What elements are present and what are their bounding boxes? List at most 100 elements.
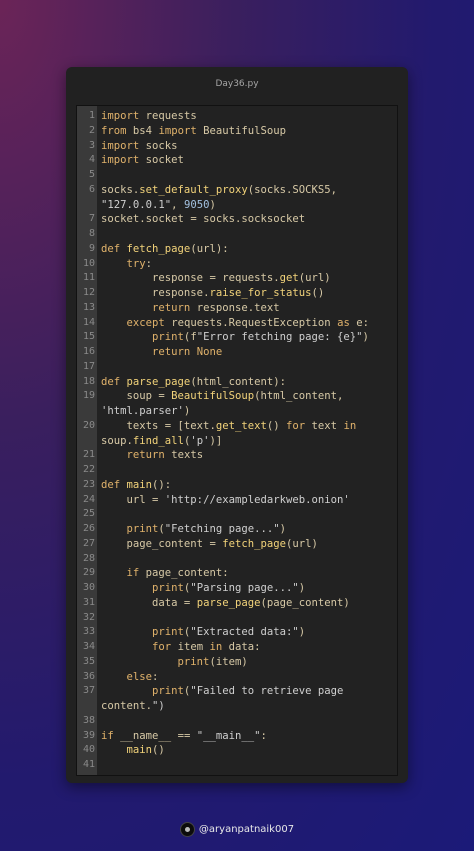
code-line: 30 print("Parsing page..."): [77, 581, 397, 596]
code-line: 29 if page_content:: [77, 566, 397, 581]
line-text: import socket: [101, 154, 184, 167]
line-text: soup = BeautifulSoup(html_content,: [126, 390, 344, 403]
code-line: 3 import socks: [77, 139, 397, 154]
line-number: 31: [82, 596, 95, 608]
line-number: 37: [82, 685, 95, 697]
code-line: 11 response = requests.get(url): [77, 271, 397, 286]
line-number: 10: [82, 257, 95, 269]
line-text: main(): [126, 744, 165, 757]
code-line: soup.find_all('p')]: [77, 434, 397, 449]
line-text: print("Failed to retrieve page: [152, 685, 344, 698]
line-number: 21: [82, 449, 95, 461]
author-handle: @aryanpatnaik007: [198, 824, 295, 835]
line-number: 40: [82, 744, 95, 756]
code-line: 'html.parser'): [77, 404, 397, 419]
line-number: 15: [82, 331, 95, 343]
code-line: 14 except requests.RequestException as e…: [77, 316, 397, 331]
code-line: 24 url = 'http://exampledarkweb.onion': [77, 493, 397, 508]
line-number: 32: [82, 611, 95, 623]
line-number: 2: [88, 124, 95, 136]
line-number: 41: [82, 759, 95, 770]
line-text: print(item): [177, 655, 248, 668]
line-text: [97, 507, 107, 522]
line-number: 13: [82, 301, 95, 313]
line-text: socks.set_default_proxy(socks.SOCKS5,: [101, 183, 338, 196]
code-line: 37 print("Failed to retrieve page: [77, 684, 397, 699]
line-text: def fetch_page(url):: [101, 242, 229, 255]
line-text: [97, 227, 107, 242]
line-number: 5: [88, 169, 95, 180]
line-text: [97, 758, 107, 773]
line-number: [77, 404, 97, 419]
line-number: 26: [82, 523, 95, 534]
line-number: 9: [88, 242, 95, 254]
line-number: 29: [82, 567, 95, 579]
line-number: 24: [82, 493, 95, 505]
code-line: 40 main(): [77, 743, 397, 758]
code-line: 35 print(item): [77, 655, 397, 670]
code-line: 25: [77, 507, 397, 522]
line-text: print("Parsing page..."): [152, 582, 306, 594]
line-number: [77, 198, 97, 213]
line-text: return None: [152, 346, 223, 358]
line-text: import requests: [101, 110, 197, 122]
code-window: Day36.py 1 import requests 2 from bs4 impor…: [66, 67, 408, 783]
line-number: 27: [82, 537, 95, 549]
code-line: 28: [77, 552, 397, 567]
code-line: 6 socks.set_default_proxy(socks.SOCKS5,: [77, 183, 397, 198]
line-number: 38: [82, 714, 95, 726]
line-text: [97, 714, 107, 729]
code-line: 16 return None: [77, 345, 397, 360]
code-line: 18 def parse_page(html_content):: [77, 375, 397, 390]
line-number: 17: [82, 360, 95, 372]
line-text: response = requests.get(url): [152, 272, 331, 285]
code-line: 1 import requests: [77, 109, 397, 124]
line-text: socket.socket = socks.socksocket: [101, 213, 306, 226]
code-line: 15 print(f"Error fetching page: {e}"): [77, 330, 397, 345]
line-number: 4: [88, 154, 95, 166]
line-text: data = parse_page(page_content): [152, 596, 350, 609]
author-credit: @aryanpatnaik007: [0, 822, 474, 837]
code-line: 23 def main():: [77, 478, 397, 493]
line-text: return response.text: [152, 301, 280, 314]
line-number: 6: [88, 183, 95, 195]
line-number: [77, 434, 97, 449]
code-line: 19 soup = BeautifulSoup(html_content,: [77, 389, 397, 404]
line-number: 35: [82, 655, 95, 667]
line-text: "127.0.0.1", 9050): [101, 198, 216, 211]
line-number: 18: [82, 375, 95, 387]
code-editor[interactable]: 1 import requests 2 from bs4 import Beautif…: [76, 105, 398, 776]
line-number: 39: [82, 729, 95, 741]
code-line: 12 response.raise_for_status(): [77, 286, 397, 301]
code-line: 20 texts = [text.get_text() for text in: [77, 419, 397, 434]
line-number: 30: [82, 582, 95, 593]
line-text: def main():: [101, 478, 172, 491]
code-line: 9 def fetch_page(url):: [77, 242, 397, 257]
line-text: soup.find_all('p')]: [101, 434, 223, 447]
code-line: 34 for item in data:: [77, 640, 397, 655]
line-number: [77, 699, 97, 714]
code-line: 7 socket.socket = socks.socksocket: [77, 212, 397, 227]
code-line: 21 return texts: [77, 448, 397, 463]
line-number: 1: [88, 110, 95, 121]
line-number: 7: [88, 213, 95, 225]
code-line: 36 else:: [77, 670, 397, 685]
line-text: import socks: [101, 139, 178, 152]
line-number: 19: [82, 390, 95, 402]
line-text: if page_content:: [126, 567, 229, 580]
code-line: 41: [77, 758, 397, 773]
code-line: 38: [77, 714, 397, 729]
line-text: if __name__ == "__main__":: [101, 729, 267, 742]
line-number: 12: [82, 287, 95, 298]
line-text: [97, 552, 107, 567]
line-text: content."): [101, 700, 165, 712]
line-text: except requests.RequestException as e:: [126, 316, 369, 329]
line-number: 36: [82, 670, 95, 682]
line-number: 11: [82, 272, 95, 284]
line-text: print("Extracted data:"): [152, 626, 306, 639]
line-text: print("Fetching page..."): [126, 523, 286, 535]
line-number: 23: [82, 478, 95, 490]
line-text: [97, 360, 107, 375]
line-number: 3: [88, 139, 95, 151]
code-line: 32: [77, 611, 397, 626]
